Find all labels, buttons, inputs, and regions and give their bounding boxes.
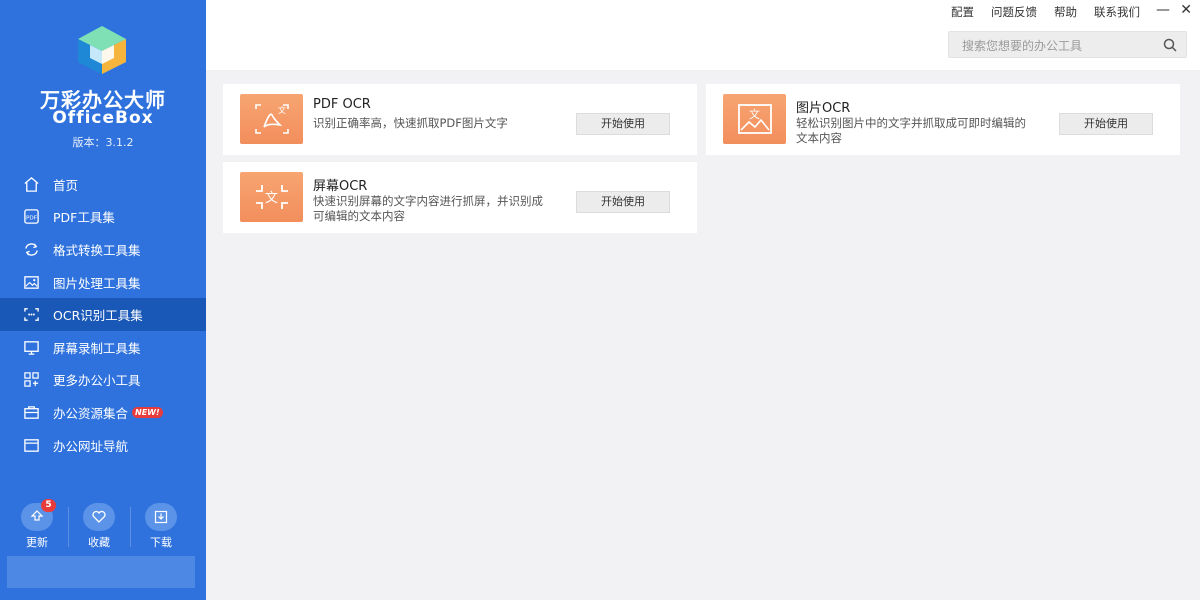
sidebar: 万彩办公大师 OfficeBox 版本：3.1.2 首页 PDF PDF工具集 … xyxy=(0,0,206,600)
pdf-icon: PDF xyxy=(22,208,40,226)
sidebar-item-label: 办公网址导航 xyxy=(53,438,129,454)
sidebar-item-home[interactable]: 首页 xyxy=(0,168,206,201)
card-title: 屏幕OCR xyxy=(313,179,368,194)
screen-ocr-icon: 文 xyxy=(240,172,303,222)
menu-settings[interactable]: 配置 xyxy=(951,4,974,20)
download-icon xyxy=(145,503,177,531)
favorite-button[interactable]: 收藏 xyxy=(69,503,129,550)
search-icon[interactable] xyxy=(1162,37,1178,53)
svg-text:文: 文 xyxy=(265,191,278,206)
pdf-ocr-icon: 文 xyxy=(240,94,303,144)
card-description: 快速识别屏幕的文字内容进行抓屏，并识别成可编辑的文本内容 xyxy=(313,194,543,223)
login-bar[interactable] xyxy=(7,556,195,588)
download-label: 下载 xyxy=(150,536,172,549)
svg-text:文: 文 xyxy=(749,107,760,121)
sidebar-item-label: 图片处理工具集 xyxy=(53,275,141,291)
sidebar-item-screen-record[interactable]: 屏幕录制工具集 xyxy=(0,331,206,364)
svg-text:PDF: PDF xyxy=(25,216,36,222)
card-description: 识别正确率高，快速抓取PDF图片文字 xyxy=(313,116,508,130)
ocr-icon xyxy=(22,306,40,324)
bottom-actions: 5 更新 收藏 下载 xyxy=(0,499,206,550)
tool-card-image-ocr[interactable]: 文 图片OCR 轻松识别图片中的文字并抓取成可即时编辑的文本内容 开始使用 xyxy=(706,84,1180,155)
sidebar-item-pdf[interactable]: PDF PDF工具集 xyxy=(0,201,206,234)
sidebar-item-label: PDF工具集 xyxy=(53,210,115,226)
sidebar-nav: 首页 PDF PDF工具集 格式转换工具集 图片处理工具集 OCR识别工具集 屏… xyxy=(0,168,206,461)
convert-icon xyxy=(22,240,40,258)
favorite-label: 收藏 xyxy=(88,536,110,549)
briefcase-icon xyxy=(22,403,40,421)
image-ocr-icon: 文 xyxy=(723,94,786,144)
sidebar-item-label: 首页 xyxy=(53,177,79,193)
sidebar-item-label: 更多办公小工具 xyxy=(53,373,141,389)
menu-help[interactable]: 帮助 xyxy=(1054,4,1077,20)
svg-text:文: 文 xyxy=(278,105,286,115)
update-label: 更新 xyxy=(26,536,48,549)
update-count-badge: 5 xyxy=(41,499,56,512)
sidebar-item-label: OCR识别工具集 xyxy=(53,308,143,324)
sidebar-item-label: 格式转换工具集 xyxy=(53,242,141,258)
sidebar-item-web-nav[interactable]: 办公网址导航 xyxy=(0,429,206,462)
menu-feedback[interactable]: 问题反馈 xyxy=(991,4,1037,20)
heart-icon xyxy=(83,503,115,531)
start-button[interactable]: 开始使用 xyxy=(1059,113,1153,135)
menu-contact[interactable]: 联系我们 xyxy=(1094,4,1140,20)
download-button[interactable]: 下载 xyxy=(131,503,191,550)
top-bar: 配置 问题反馈 帮助 联系我们 — ✕ xyxy=(206,0,1200,70)
sidebar-item-image[interactable]: 图片处理工具集 xyxy=(0,266,206,299)
top-menu: 配置 问题反馈 帮助 联系我们 xyxy=(951,4,1140,20)
sidebar-item-label: 办公资源集合 xyxy=(53,405,129,421)
tool-card-screen-ocr[interactable]: 文 屏幕OCR 快速识别屏幕的文字内容进行抓屏，并识别成可编辑的文本内容 开始使… xyxy=(223,162,697,233)
browser-icon xyxy=(22,436,40,454)
monitor-icon xyxy=(22,338,40,356)
tool-card-pdf-ocr[interactable]: 文 PDF OCR 识别正确率高，快速抓取PDF图片文字 开始使用 xyxy=(223,84,697,155)
home-icon xyxy=(22,175,40,193)
app-subtitle: OfficeBox xyxy=(52,108,154,128)
new-badge: NEW! xyxy=(132,406,163,418)
app-logo xyxy=(73,24,131,76)
card-title: PDF OCR xyxy=(313,97,371,112)
minimize-button[interactable]: — xyxy=(1156,2,1170,18)
sidebar-item-ocr[interactable]: OCR识别工具集 xyxy=(0,298,206,331)
card-title: 图片OCR xyxy=(796,101,851,116)
sidebar-item-convert[interactable]: 格式转换工具集 xyxy=(0,233,206,266)
sidebar-item-resources[interactable]: 办公资源集合 NEW! xyxy=(0,396,206,429)
sidebar-item-label: 屏幕录制工具集 xyxy=(53,340,141,356)
search-input[interactable] xyxy=(949,32,1164,59)
search-box xyxy=(948,31,1187,59)
image-icon xyxy=(22,273,40,291)
apps-icon xyxy=(22,371,40,389)
sidebar-item-more-tools[interactable]: 更多办公小工具 xyxy=(0,364,206,397)
app-version: 版本：3.1.2 xyxy=(72,136,134,149)
start-button[interactable]: 开始使用 xyxy=(576,113,670,135)
close-button[interactable]: ✕ xyxy=(1180,2,1192,18)
card-description: 轻松识别图片中的文字并抓取成可即时编辑的文本内容 xyxy=(796,116,1026,145)
update-button[interactable]: 5 更新 xyxy=(7,499,67,550)
start-button[interactable]: 开始使用 xyxy=(576,191,670,213)
